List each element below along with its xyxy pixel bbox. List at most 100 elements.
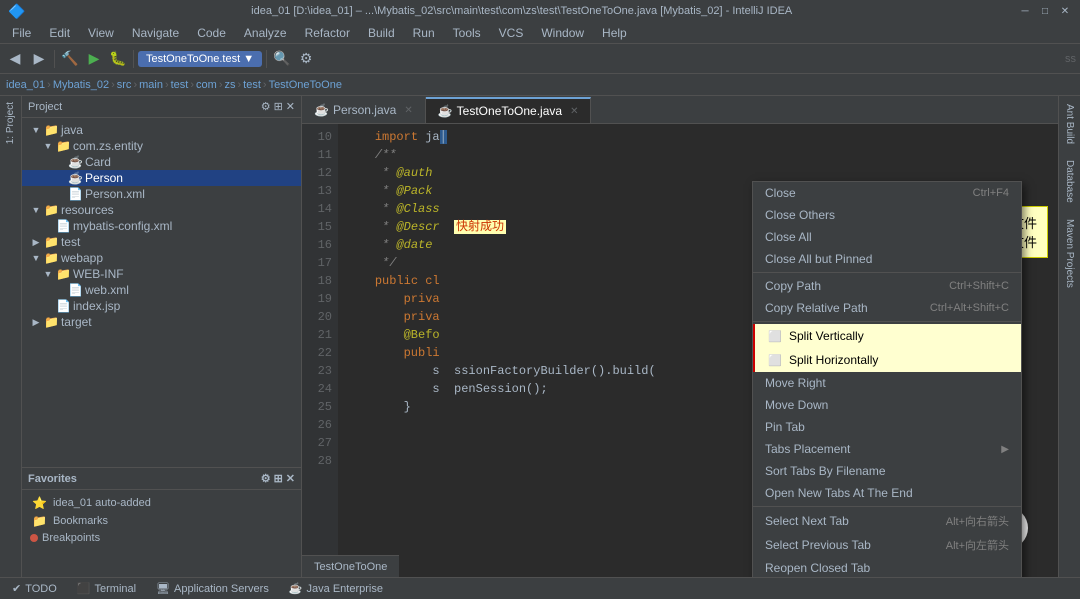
file-icon: 📄 xyxy=(56,299,71,313)
tree-item-entity[interactable]: ▼ 📁 com.zs.entity xyxy=(22,138,301,154)
tree-item-resources[interactable]: ▼ 📁 resources xyxy=(22,202,301,218)
toolbar-ss-label: ss xyxy=(1065,53,1076,65)
ctx-close-all[interactable]: Close All xyxy=(753,226,1021,248)
fav-item-bookmarks[interactable]: 📁 Bookmarks xyxy=(30,512,293,530)
breadcrumb-item-7[interactable]: test xyxy=(243,79,261,91)
project-panel-label[interactable]: 1: Project xyxy=(3,96,18,150)
toolbar-run-btn[interactable]: ▶ xyxy=(83,48,105,70)
breadcrumb-item-4[interactable]: test xyxy=(171,79,189,91)
tab-test-one-to-one[interactable]: ☕ TestOneToOne.java ✕ xyxy=(426,97,592,123)
terminal-icon: ⬛ xyxy=(77,582,91,595)
menu-item-refactor[interactable]: Refactor xyxy=(297,24,358,42)
breadcrumb-item-6[interactable]: zs xyxy=(224,79,235,91)
database-label[interactable]: Database xyxy=(1062,152,1077,211)
bottom-tab-java-enterprise[interactable]: ☕ Java Enterprise xyxy=(285,582,387,595)
star-icon: ⭐ xyxy=(32,496,47,510)
bottom-tab-app-servers[interactable]: 🖥 Application Servers xyxy=(152,582,273,595)
ctx-copy-relative-path[interactable]: Copy Relative Path Ctrl+Alt+Shift+C xyxy=(753,297,1021,319)
menu-item-vcs[interactable]: VCS xyxy=(491,24,532,42)
ctx-copy-path[interactable]: Copy Path Ctrl+Shift+C xyxy=(753,275,1021,297)
breadcrumb-item-3[interactable]: main xyxy=(139,79,163,91)
ctx-reopen-closed-tab[interactable]: Reopen Closed Tab xyxy=(753,557,1021,577)
fav-item-idea01[interactable]: ⭐ idea_01 auto-added xyxy=(30,494,293,512)
ant-build-label[interactable]: Ant Build xyxy=(1062,96,1077,152)
toolbar-build-btn[interactable]: 🔨 xyxy=(59,48,81,70)
ctx-sort-tabs[interactable]: Sort Tabs By Filename xyxy=(753,460,1021,482)
ctx-open-new-tabs-end[interactable]: Open New Tabs At The End xyxy=(753,482,1021,504)
ctx-tabs-placement[interactable]: Tabs Placement ▶ xyxy=(753,438,1021,460)
tree-item-card[interactable]: ☕ Card xyxy=(22,154,301,170)
tree-item-webapp[interactable]: ▼ 📁 webapp xyxy=(22,250,301,266)
menu-item-tools[interactable]: Tools xyxy=(445,24,489,42)
sidebar-expand-icon[interactable]: ⊞ xyxy=(274,100,283,113)
tree-item-mybatis-config[interactable]: 📄 mybatis-config.xml xyxy=(22,218,301,234)
menu-item-file[interactable]: File xyxy=(4,24,39,42)
tree-item-webinf[interactable]: ▼ 📁 WEB-INF xyxy=(22,266,301,282)
tree-item-target[interactable]: ▶ 📁 target xyxy=(22,314,301,330)
menu-item-analyze[interactable]: Analyze xyxy=(236,24,295,42)
menu-item-window[interactable]: Window xyxy=(533,24,592,42)
favorites-gear-icon[interactable]: ⚙ xyxy=(261,472,271,485)
breadcrumb-item-2[interactable]: src xyxy=(117,79,132,91)
left-strip: 1: Project xyxy=(0,96,22,577)
ctx-move-down[interactable]: Move Down xyxy=(753,394,1021,416)
tab-close-person[interactable]: ✕ xyxy=(404,105,412,116)
tab-close-test[interactable]: ✕ xyxy=(570,106,578,117)
breadcrumb-sep-5: › xyxy=(217,79,225,91)
ctx-select-next-tab[interactable]: Select Next Tab Alt+向右箭头 xyxy=(753,509,1021,533)
bottom-tab-terminal[interactable]: ⬛ Terminal xyxy=(73,582,140,595)
tree-item-person-xml[interactable]: 📄 Person.xml xyxy=(22,186,301,202)
java-file-icon: ☕ xyxy=(438,104,453,118)
ctx-close[interactable]: Close Ctrl+F4 xyxy=(753,182,1021,204)
breadcrumb-item-8[interactable]: TestOneToOne xyxy=(269,79,342,91)
menu-item-view[interactable]: View xyxy=(80,24,122,42)
breadcrumb-item-0[interactable]: idea_01 xyxy=(6,79,45,91)
toolbar-back-btn[interactable]: ◀ xyxy=(4,48,26,70)
toolbar-forward-btn[interactable]: ▶ xyxy=(28,48,50,70)
toolbar-search-btn[interactable]: 🔍 xyxy=(271,48,293,70)
tab-person-java[interactable]: ☕ Person.java ✕ xyxy=(302,97,426,123)
tree-item-person[interactable]: ☕ Person xyxy=(22,170,301,186)
run-config-selector[interactable]: TestOneToOne.test ▼ xyxy=(138,51,262,67)
ctx-select-prev-tab[interactable]: Select Previous Tab Alt+向左箭头 xyxy=(753,533,1021,557)
sidebar-close-icon[interactable]: ✕ xyxy=(286,100,295,113)
folder-icon: 📁 xyxy=(44,251,59,265)
tree-item-java[interactable]: ▼ 📁 java xyxy=(22,122,301,138)
ctx-pin-tab[interactable]: Pin Tab xyxy=(753,416,1021,438)
maven-projects-label[interactable]: Maven Projects xyxy=(1062,211,1077,296)
tree-item-test[interactable]: ▶ 📁 test xyxy=(22,234,301,250)
tree-item-index-jsp[interactable]: 📄 index.jsp xyxy=(22,298,301,314)
title-bar: 🔷 idea_01 [D:\idea_01] – ...\Mybatis_02\… xyxy=(0,0,1080,22)
menu-item-code[interactable]: Code xyxy=(189,24,234,42)
ctx-close-all-pinned[interactable]: Close All but Pinned xyxy=(753,248,1021,270)
server-icon: 🖥 xyxy=(156,582,170,595)
tree-item-web-xml[interactable]: 📄 web.xml xyxy=(22,282,301,298)
close-button[interactable]: ✕ xyxy=(1058,4,1072,18)
minimize-button[interactable]: ─ xyxy=(1018,4,1032,18)
favorites-expand-icon[interactable]: ⊞ xyxy=(274,472,283,485)
ctx-split-horizontally[interactable]: ⬜ Split Horizontally xyxy=(753,348,1021,372)
menu-item-help[interactable]: Help xyxy=(594,24,635,42)
ctx-move-right[interactable]: Move Right xyxy=(753,372,1021,394)
menu-item-run[interactable]: Run xyxy=(405,24,443,42)
menu-bar: FileEditViewNavigateCodeAnalyzeRefactorB… xyxy=(0,22,1080,44)
app-icon: 🔷 xyxy=(8,3,25,20)
sidebar-gear-icon[interactable]: ⚙ xyxy=(261,100,271,113)
menu-item-build[interactable]: Build xyxy=(360,24,403,42)
breadcrumb-item-5[interactable]: com xyxy=(196,79,217,91)
maximize-button[interactable]: □ xyxy=(1038,4,1052,18)
tree-arrow: ▶ xyxy=(30,237,42,248)
toolbar-settings-btn[interactable]: ⚙ xyxy=(295,48,317,70)
xml-icon: 📄 xyxy=(68,283,83,297)
breadcrumb-item-1[interactable]: Mybatis_02 xyxy=(53,79,109,91)
menu-item-edit[interactable]: Edit xyxy=(41,24,78,42)
favorites-close-icon[interactable]: ✕ xyxy=(286,472,295,485)
right-side-panel: Ant Build Database Maven Projects xyxy=(1058,96,1080,577)
ctx-split-vertically[interactable]: ⬜ Split Vertically xyxy=(753,324,1021,348)
toolbar-sep-3 xyxy=(266,50,267,68)
toolbar-debug-btn[interactable]: 🐛 xyxy=(107,48,129,70)
bottom-tab-todo[interactable]: ✔ TODO xyxy=(8,582,61,595)
fav-item-breakpoints[interactable]: Breakpoints xyxy=(30,530,293,546)
menu-item-navigate[interactable]: Navigate xyxy=(124,24,187,42)
ctx-close-others[interactable]: Close Others xyxy=(753,204,1021,226)
